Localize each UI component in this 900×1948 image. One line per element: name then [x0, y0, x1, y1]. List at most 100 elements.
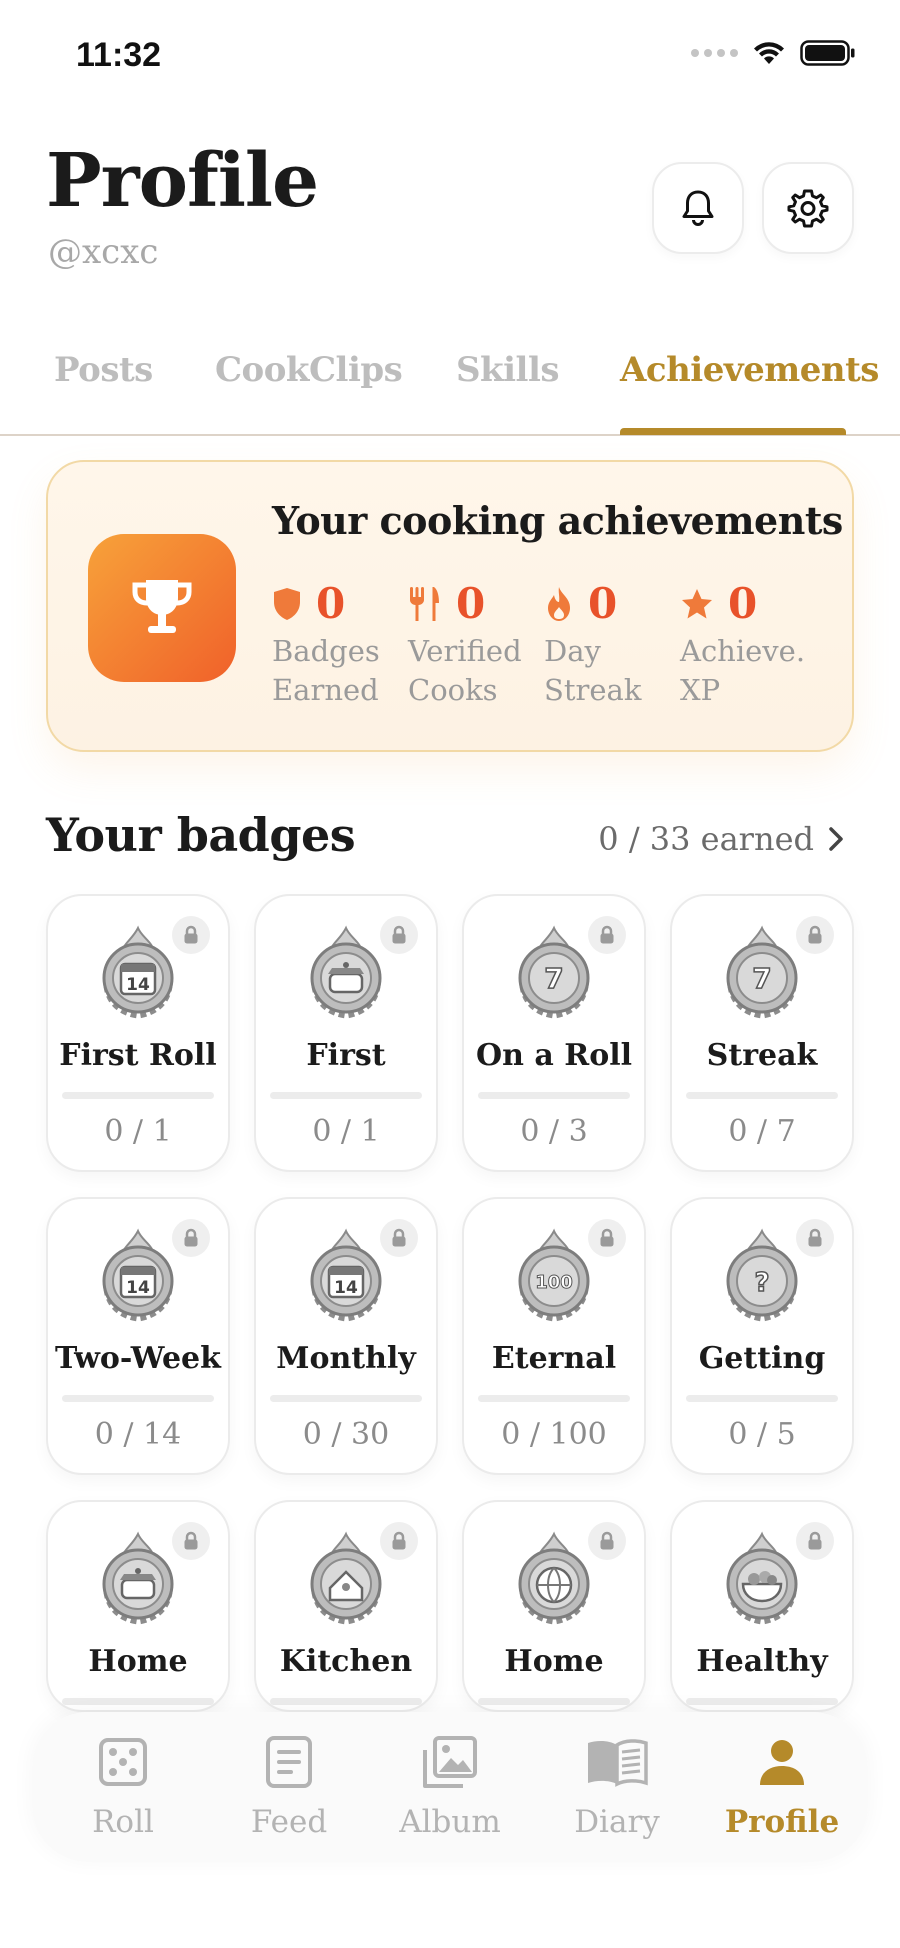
nav-roll[interactable]: Roll: [48, 1730, 198, 1840]
trophy-icon-tile: [88, 534, 236, 682]
stat-value: 0: [316, 579, 346, 628]
badge-lock: [588, 1522, 626, 1560]
badge-progress-bar: [478, 1092, 630, 1099]
trophy-icon: [132, 580, 192, 633]
stat-badges-earned: 0 Badges Earned: [272, 580, 408, 710]
user-handle: @xcxc: [48, 232, 159, 272]
badge-medal-icon: [300, 1530, 392, 1630]
badge-card[interactable]: Kitchen Regular: [254, 1500, 438, 1712]
badge-card[interactable]: 100 Eternal Flame 0 / 100: [462, 1197, 646, 1475]
badge-progress-bar: [478, 1698, 630, 1705]
svg-text:14: 14: [334, 1278, 358, 1298]
svg-text:?: ?: [754, 1268, 769, 1298]
stat-label: Day Streak: [544, 634, 642, 707]
lock-icon: [808, 1531, 822, 1550]
badge-lock: [380, 916, 418, 954]
badge-progress-bar: [686, 1092, 838, 1099]
stat-verified-cooks: 0 Verified Cooks: [408, 580, 544, 710]
badge-card[interactable]: 7 On a Roll 0 / 3: [462, 894, 646, 1172]
badge-name: First Roll: [59, 1038, 217, 1073]
feed-icon: [266, 1736, 312, 1788]
badge-medal-icon: 100: [508, 1227, 600, 1327]
svg-text:14: 14: [126, 1278, 150, 1298]
notifications-button[interactable]: [652, 162, 744, 254]
badge-card[interactable]: First Cook 0 / 1: [254, 894, 438, 1172]
badge-medal-icon: [92, 1530, 184, 1630]
badge-name: On a Roll: [475, 1038, 632, 1073]
star-icon: [682, 589, 712, 619]
nav-feed[interactable]: Feed: [214, 1730, 364, 1840]
badge-medal-icon: [300, 924, 392, 1024]
stat-achievement-xp: 0 Achieve. XP: [680, 580, 816, 710]
badge-lock: [588, 916, 626, 954]
settings-button[interactable]: [762, 162, 854, 254]
lock-icon: [392, 1228, 406, 1247]
badge-lock: [796, 916, 834, 954]
badge-lock: [172, 916, 210, 954]
badges-earned-link[interactable]: 0 / 33 earned: [598, 820, 844, 858]
badge-progress-text: 0 / 7: [728, 1114, 796, 1149]
page-title: Profile: [46, 138, 319, 224]
badge-progress-text: 0 / 1: [104, 1114, 172, 1149]
tab-skills[interactable]: Skills: [456, 350, 560, 390]
badge-name: First Cook: [306, 1038, 386, 1073]
tab-achievements[interactable]: Achievements: [620, 350, 879, 390]
lock-icon: [600, 925, 614, 944]
tab-cookclips[interactable]: CookClips: [215, 350, 403, 390]
stat-value: 0: [728, 579, 758, 628]
flame-icon: [548, 587, 570, 621]
badge-progress-bar: [270, 1395, 422, 1402]
badge-name: Kitchen Regular: [279, 1644, 413, 1679]
badge-card[interactable]: 14 Two-Week Flame 0 / 14: [46, 1197, 230, 1475]
badge-progress-bar: [270, 1698, 422, 1705]
battery-icon: [800, 40, 855, 66]
active-tab-indicator: [620, 428, 846, 435]
badge-progress-bar: [478, 1395, 630, 1402]
badge-card[interactable]: Healthy Chef: [670, 1500, 854, 1712]
album-icon: [423, 1736, 477, 1788]
tab-posts[interactable]: Posts: [54, 350, 153, 390]
badge-medal-icon: 7: [716, 924, 808, 1024]
stat-label: Badges Earned: [272, 634, 380, 707]
badge-progress-text: 0 / 14: [94, 1417, 182, 1452]
nav-diary[interactable]: Diary: [542, 1730, 692, 1840]
badge-lock: [172, 1219, 210, 1257]
badge-progress-text: 0 / 3: [520, 1114, 588, 1149]
badge-progress-bar: [686, 1395, 838, 1402]
badge-card[interactable]: ? Getting Started 0 / 5: [670, 1197, 854, 1475]
badge-medal-icon: ?: [716, 1227, 808, 1327]
nav-album[interactable]: Album: [375, 1730, 525, 1840]
nav-label: Roll: [92, 1804, 154, 1840]
badge-card[interactable]: 7 Streak Keeper 0 / 7: [670, 894, 854, 1172]
badge-medal-icon: 14: [92, 924, 184, 1024]
badge-progress-text: 0 / 100: [501, 1417, 607, 1452]
stat-day-streak: 0 Day Streak: [544, 580, 680, 710]
badges-earned-count: 0 / 33 earned: [598, 820, 814, 858]
badge-lock: [796, 1219, 834, 1257]
badge-card[interactable]: Home Chef: [462, 1500, 646, 1712]
stat-value: 0: [456, 579, 486, 628]
badge-card[interactable]: 14 First Roll 0 / 1: [46, 894, 230, 1172]
badge-progress-text: 0 / 30: [302, 1417, 390, 1452]
lock-icon: [600, 1531, 614, 1550]
lock-icon: [808, 925, 822, 944]
badge-progress-bar: [62, 1092, 214, 1099]
status-bar: 11:32: [0, 0, 900, 110]
badge-medal-icon: 14: [300, 1227, 392, 1327]
badge-progress-bar: [62, 1395, 214, 1402]
achievements-summary-card: Your cooking achievements 0 Badges Earne…: [46, 460, 854, 752]
lock-icon: [184, 1228, 198, 1247]
badge-name: Home Chef: [504, 1644, 604, 1679]
badge-medal-icon: 14: [92, 1227, 184, 1327]
nav-profile[interactable]: Profile: [707, 1730, 857, 1840]
lock-icon: [808, 1228, 822, 1247]
nav-label: Album: [399, 1804, 501, 1840]
badge-card[interactable]: 14 Monthly Master 0 / 30: [254, 1197, 438, 1475]
nav-label: Profile: [724, 1804, 840, 1840]
badge-card[interactable]: Home Cook: [46, 1500, 230, 1712]
badge-name: Healthy Chef: [696, 1644, 828, 1679]
badge-name: Home Cook: [88, 1644, 188, 1679]
book-icon: [588, 1739, 648, 1787]
badge-lock: [172, 1522, 210, 1560]
person-icon: [760, 1740, 804, 1785]
